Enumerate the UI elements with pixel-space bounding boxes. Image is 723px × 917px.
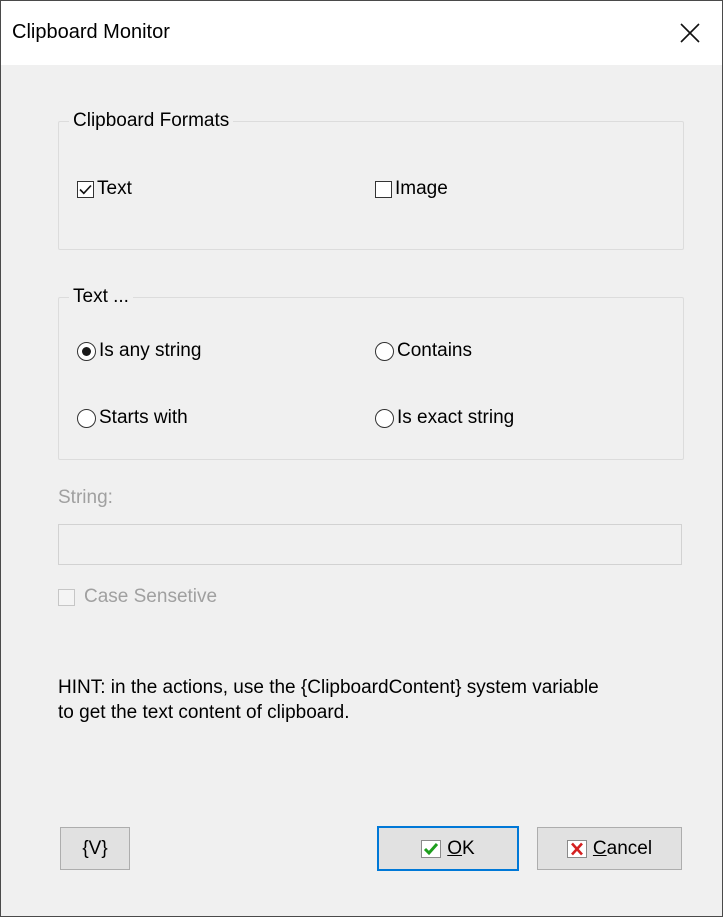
radio-circle[interactable] bbox=[77, 408, 96, 428]
title-bar: Clipboard Monitor bbox=[1, 1, 722, 65]
ok-button[interactable]: OK bbox=[377, 826, 519, 871]
checkbox-box[interactable] bbox=[77, 180, 94, 198]
text-match-legend: Text ... bbox=[69, 286, 133, 308]
radio-dot bbox=[82, 346, 91, 356]
close-icon bbox=[680, 23, 700, 43]
x-icon bbox=[566, 839, 587, 858]
radio-circle[interactable] bbox=[77, 341, 96, 361]
radio-label: Starts with bbox=[99, 407, 188, 428]
cancel-button[interactable]: Cancel bbox=[537, 827, 682, 870]
hint-text: HINT: in the actions, use the {Clipboard… bbox=[58, 675, 698, 725]
clipboard-formats-group: Clipboard Formats Text Image bbox=[58, 110, 684, 250]
cancel-button-label: Cancel bbox=[592, 837, 653, 859]
window-title: Clipboard Monitor bbox=[12, 21, 170, 43]
string-input[interactable] bbox=[58, 524, 682, 565]
radio-contains[interactable]: Contains bbox=[375, 340, 472, 362]
radio-circle[interactable] bbox=[375, 408, 394, 428]
case-sensitive-checkbox[interactable]: Case Sensetive bbox=[58, 586, 217, 608]
close-button[interactable] bbox=[658, 1, 722, 65]
radio-is-exact-string[interactable]: Is exact string bbox=[375, 407, 514, 429]
radio-label: Is any string bbox=[99, 340, 202, 361]
format-image-checkbox[interactable]: Image bbox=[375, 178, 448, 200]
clipboard-formats-legend: Clipboard Formats bbox=[69, 110, 234, 132]
radio-circle[interactable] bbox=[375, 341, 394, 361]
format-text-checkbox[interactable]: Text bbox=[77, 178, 132, 200]
string-label: String: bbox=[58, 487, 113, 508]
radio-label: Is exact string bbox=[397, 407, 515, 428]
radio-is-any-string[interactable]: Is any string bbox=[77, 340, 201, 362]
checkmark-icon bbox=[79, 184, 92, 194]
format-image-label: Image bbox=[395, 178, 448, 199]
format-text-label: Text bbox=[97, 178, 132, 199]
variables-button[interactable]: {V} bbox=[60, 827, 130, 870]
variables-button-label: {V} bbox=[82, 837, 108, 859]
check-icon bbox=[421, 839, 442, 858]
hint-line-1: HINT: in the actions, use the {Clipboard… bbox=[58, 677, 599, 698]
text-match-group: Text ... Is any string Contains Starts w… bbox=[58, 286, 684, 460]
radio-starts-with[interactable]: Starts with bbox=[77, 407, 188, 429]
ok-button-label: OK bbox=[447, 837, 475, 859]
hint-line-2: to get the text content of clipboard. bbox=[58, 702, 350, 723]
radio-label: Contains bbox=[397, 340, 472, 361]
checkbox-box[interactable] bbox=[58, 588, 75, 606]
checkbox-box[interactable] bbox=[375, 180, 392, 198]
case-sensitive-label: Case Sensetive bbox=[84, 586, 218, 607]
clipboard-monitor-dialog: Clipboard Monitor Clipboard Formats Text… bbox=[0, 0, 723, 917]
